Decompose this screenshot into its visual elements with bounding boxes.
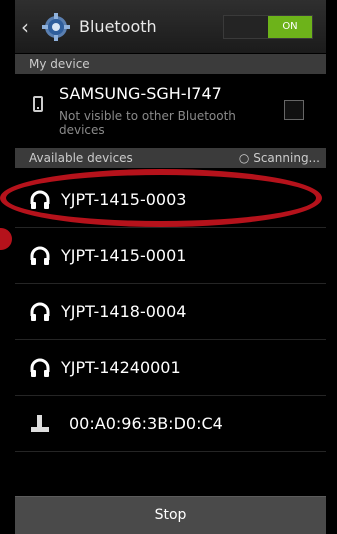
joystick-icon xyxy=(31,414,49,432)
device-item[interactable]: YJPT-1415-0001 xyxy=(15,228,326,284)
headphones-icon xyxy=(30,246,50,265)
visibility-checkbox[interactable] xyxy=(284,100,304,120)
device-item[interactable]: 00:A0:96:3B:D0:C4 xyxy=(15,396,326,452)
gear-icon[interactable] xyxy=(41,12,71,42)
visibility-status: Not visible to other Bluetooth devices xyxy=(59,109,236,137)
page-title: Bluetooth xyxy=(79,17,157,36)
bluetooth-toggle[interactable]: ON xyxy=(223,15,313,39)
spinner-icon: ○ xyxy=(238,151,250,165)
headphones-icon xyxy=(30,302,50,321)
highlight-annotation xyxy=(0,169,322,227)
my-device-name: SAMSUNG-SGH-I747 xyxy=(59,84,222,103)
my-device-section-header: My device xyxy=(15,54,326,74)
device-name: YJPT-1415-0001 xyxy=(61,246,187,265)
stop-button[interactable]: Stop xyxy=(15,496,326,534)
back-icon[interactable]: ‹ xyxy=(21,17,35,37)
device-item[interactable]: YJPT-1418-0004 xyxy=(15,284,326,340)
section-label: My device xyxy=(29,57,90,71)
device-name: YJPT-1418-0004 xyxy=(61,302,187,321)
available-devices-section-header: Available devices ○ Scanning... xyxy=(15,148,326,168)
toggle-on-label: ON xyxy=(268,16,312,38)
title-bar: ‹ Bluetooth ON xyxy=(15,0,326,54)
phone-icon xyxy=(33,96,43,112)
headphones-icon xyxy=(30,358,50,377)
highlight-annotation-mark xyxy=(0,228,12,250)
device-name: YJPT-14240001 xyxy=(61,358,181,377)
device-name: 00:A0:96:3B:D0:C4 xyxy=(69,414,223,433)
scanning-label: Scanning... xyxy=(253,151,320,165)
device-item[interactable]: YJPT-14240001 xyxy=(15,340,326,396)
scanning-indicator: ○ Scanning... xyxy=(239,148,320,168)
section-label: Available devices xyxy=(29,151,133,165)
my-device-row[interactable]: SAMSUNG-SGH-I747 Not visible to other Bl… xyxy=(15,74,326,146)
